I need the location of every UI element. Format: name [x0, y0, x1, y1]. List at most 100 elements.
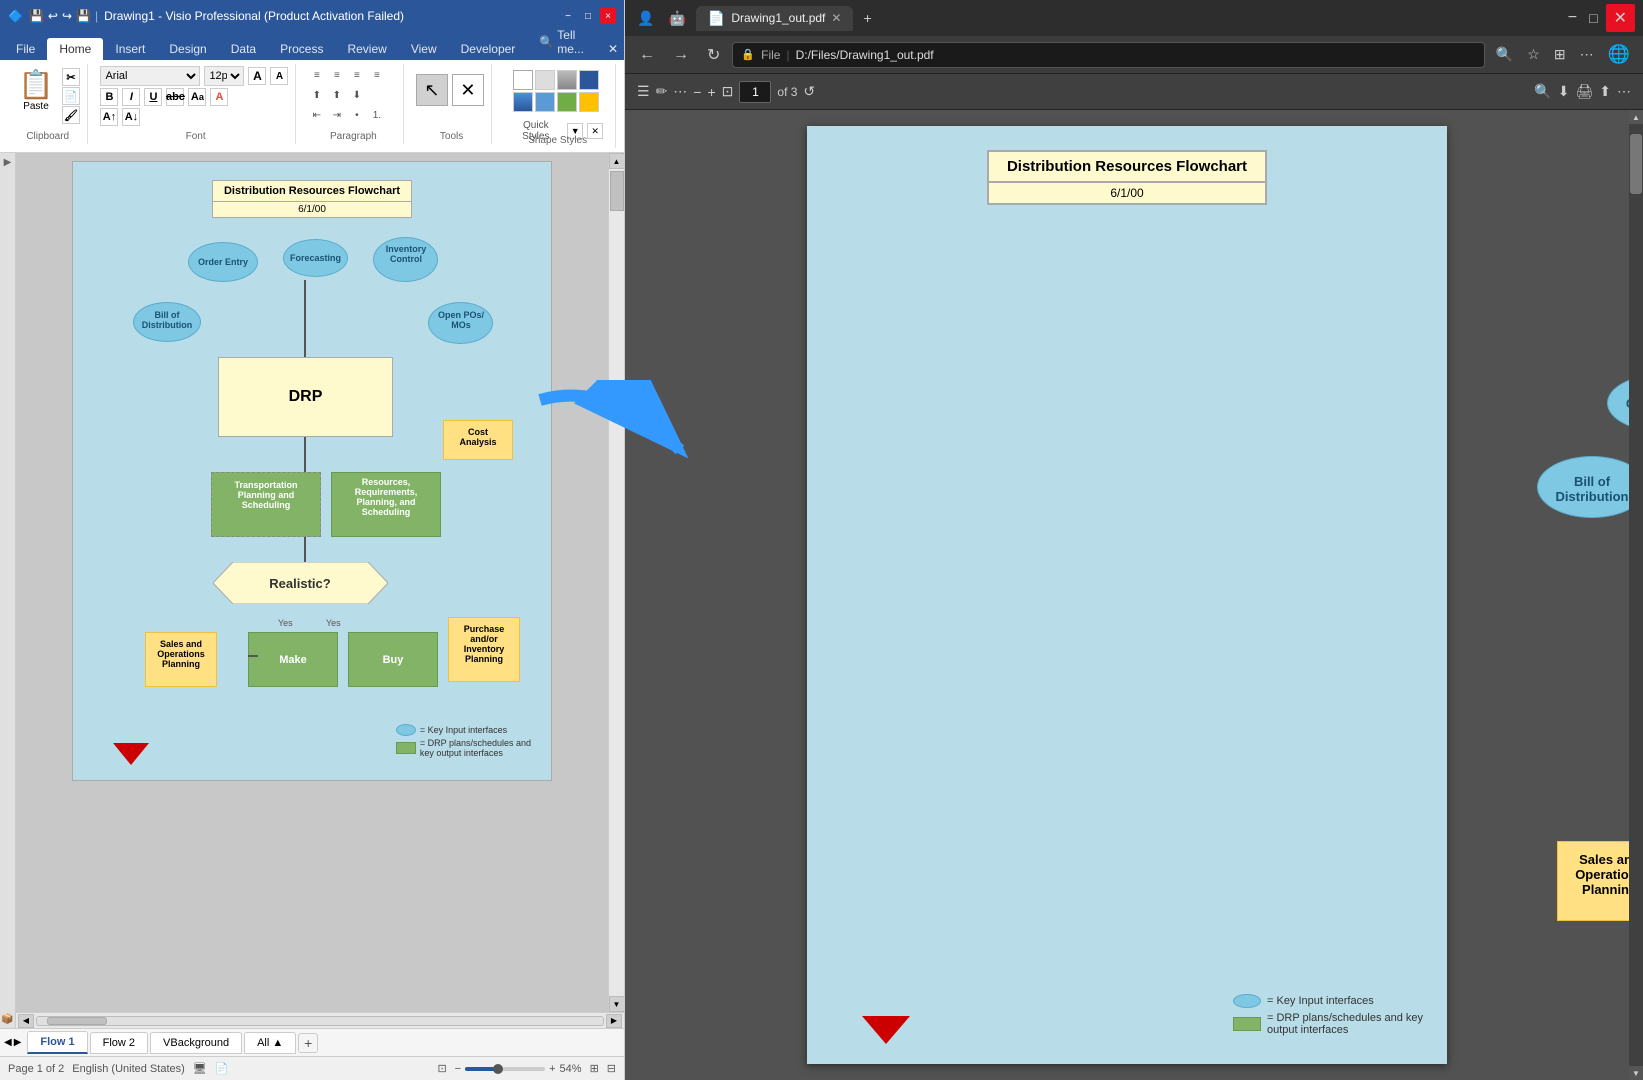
view-mode-normal[interactable]: 🖥	[193, 1062, 207, 1075]
shrink-font-button[interactable]: A	[270, 67, 288, 85]
pdf-scroll-down-button[interactable]: ▼	[1629, 1066, 1643, 1080]
add-sheet-button[interactable]: +	[298, 1033, 318, 1053]
pdf-zoom-out-button[interactable]: −	[693, 84, 701, 100]
grow-font-button[interactable]: A	[248, 67, 266, 85]
font-size-select[interactable]: 12pt.	[204, 66, 244, 86]
bold-button[interactable]: B	[100, 88, 118, 106]
style-item-8[interactable]	[579, 92, 599, 112]
number-list-button[interactable]: 1.	[368, 106, 386, 124]
scroll-track[interactable]	[609, 169, 624, 996]
tab-process[interactable]: Process	[268, 38, 335, 60]
italic-button[interactable]: I	[122, 88, 140, 106]
browser-forward-button[interactable]: →	[667, 43, 695, 67]
pdf-draw-button[interactable]: ✏	[656, 83, 668, 100]
pdf-tab-close-button[interactable]: ✕	[831, 11, 841, 25]
tab-flow2[interactable]: Flow 2	[90, 1032, 148, 1054]
fit-all-button[interactable]: ⊟	[607, 1062, 616, 1075]
style-item-2[interactable]	[535, 70, 555, 90]
bullet-list-button[interactable]: •	[348, 106, 366, 124]
sheet-nav-prev[interactable]: ◀	[4, 1037, 12, 1048]
address-bar[interactable]: 🔒 File | D:/Files/Drawing1_out.pdf	[732, 42, 1484, 68]
close-button[interactable]: ×	[600, 8, 616, 24]
style-item-7[interactable]	[557, 92, 577, 112]
tab-vbackground[interactable]: VBackground	[150, 1032, 242, 1054]
tab-developer[interactable]: Developer	[449, 38, 528, 60]
style-item-4[interactable]	[579, 70, 599, 90]
browser-back-button[interactable]: ←	[633, 43, 661, 67]
tab-file[interactable]: File	[4, 38, 47, 60]
pdf-fit-button[interactable]: ⊡	[722, 83, 734, 100]
h-scroll-right-button[interactable]: ▶	[606, 1014, 622, 1028]
scroll-down-button[interactable]: ▼	[609, 996, 625, 1012]
sheet-nav-next[interactable]: ▶	[14, 1037, 22, 1048]
scroll-up-button[interactable]: ▲	[609, 153, 625, 169]
connector-tool-button[interactable]: ✕	[452, 74, 484, 106]
pdf-scroll-track[interactable]	[1629, 124, 1643, 1066]
style-item-3[interactable]	[557, 70, 577, 90]
fit-page-button[interactable]: ⊡	[437, 1062, 446, 1075]
tab-home[interactable]: Home	[47, 38, 103, 60]
style-item-6[interactable]	[535, 92, 555, 112]
style-item-1[interactable]	[513, 70, 533, 90]
browser-more-button[interactable]: ⋯	[1575, 43, 1599, 66]
horizontal-scrollbar[interactable]: ◀ ▶	[16, 1012, 624, 1028]
quick-access-redo[interactable]: ↪	[62, 9, 72, 23]
favorites-button[interactable]: ☆	[1522, 43, 1545, 66]
pdf-thumbnails-button[interactable]: ☰	[637, 83, 650, 100]
pdf-more-tools-button[interactable]: ⋯	[673, 83, 687, 100]
font-size-down-button[interactable]: A↓	[122, 108, 140, 126]
h-scroll-left-button[interactable]: ◀	[18, 1014, 34, 1028]
pointer-tool-button[interactable]: ↖	[416, 74, 448, 106]
font-family-select[interactable]: Arial	[100, 66, 200, 86]
pdf-rotate-button[interactable]: ↺	[803, 83, 815, 100]
style-item-5[interactable]	[513, 92, 533, 112]
pdf-copilot-icon[interactable]: 🤖	[664, 6, 689, 31]
cut-button[interactable]: ✂	[62, 68, 80, 86]
align-middle-button[interactable]: ⬆	[328, 86, 346, 104]
decrease-indent-button[interactable]: ⇤	[308, 106, 326, 124]
subscript-button[interactable]: Aa	[188, 88, 206, 106]
pdf-scrollbar[interactable]: ▲ ▼	[1629, 110, 1643, 1080]
h-scroll-track[interactable]	[36, 1016, 604, 1026]
format-painter-button[interactable]: 🖌	[62, 106, 80, 124]
vertical-scrollbar[interactable]: ▲ ▼	[608, 153, 624, 1012]
quick-access-undo[interactable]: ↩	[48, 9, 58, 23]
strikethrough-button[interactable]: abc	[166, 88, 184, 106]
tab-tell-me[interactable]: 🔍 Tell me...	[527, 24, 596, 60]
tab-all[interactable]: All ▲	[244, 1032, 296, 1054]
pdf-minimize-button[interactable]: −	[1564, 5, 1581, 31]
align-left-button[interactable]: ≡	[308, 66, 326, 84]
pdf-share-button[interactable]: ⬆	[1599, 83, 1611, 100]
pdf-search-button[interactable]: 🔍	[1534, 83, 1551, 100]
align-bottom-button[interactable]: ⬇	[348, 86, 366, 104]
browser-refresh-button[interactable]: ↻	[701, 42, 726, 68]
increase-indent-button[interactable]: ⇥	[328, 106, 346, 124]
view-mode-icon2[interactable]: 📄	[215, 1062, 229, 1075]
pdf-scroll-thumb[interactable]	[1630, 134, 1642, 194]
align-center-button[interactable]: ≡	[328, 66, 346, 84]
tab-design[interactable]: Design	[157, 38, 218, 60]
tab-flow1[interactable]: Flow 1	[27, 1031, 87, 1054]
tab-insert[interactable]: Insert	[103, 38, 157, 60]
copy-button[interactable]: 📄	[62, 87, 80, 105]
pdf-scroll-area[interactable]: Distribution Resources Flowchart 6/1/00 …	[625, 110, 1629, 1080]
new-tab-button[interactable]: +	[859, 6, 875, 30]
scroll-thumb[interactable]	[610, 171, 624, 211]
align-justify-button[interactable]: ≡	[368, 66, 386, 84]
split-screen-button[interactable]: ⊞	[1549, 43, 1571, 66]
shapes-panel-button[interactable]: 📦	[2, 1012, 13, 1024]
visio-canvas[interactable]: Distribution Resources Flowchart 6/1/00 …	[16, 153, 608, 1012]
pdf-tab[interactable]: 📄 Drawing1_out.pdf ✕	[696, 6, 854, 31]
underline-button[interactable]: U	[144, 88, 162, 106]
zoom-out-button[interactable]: −	[455, 1063, 461, 1075]
h-scroll-thumb[interactable]	[47, 1017, 107, 1025]
maximize-button[interactable]: □	[580, 8, 596, 24]
tab-view[interactable]: View	[399, 38, 449, 60]
pdf-scroll-up-button[interactable]: ▲	[1629, 110, 1643, 124]
font-size-up-button[interactable]: A↑	[100, 108, 118, 126]
pdf-download-button[interactable]: ⬇	[1558, 83, 1570, 100]
align-top-button[interactable]: ⬆	[308, 86, 326, 104]
align-right-button[interactable]: ≡	[348, 66, 366, 84]
text-color-button[interactable]: A	[210, 88, 228, 106]
page-number-input[interactable]	[739, 81, 771, 103]
